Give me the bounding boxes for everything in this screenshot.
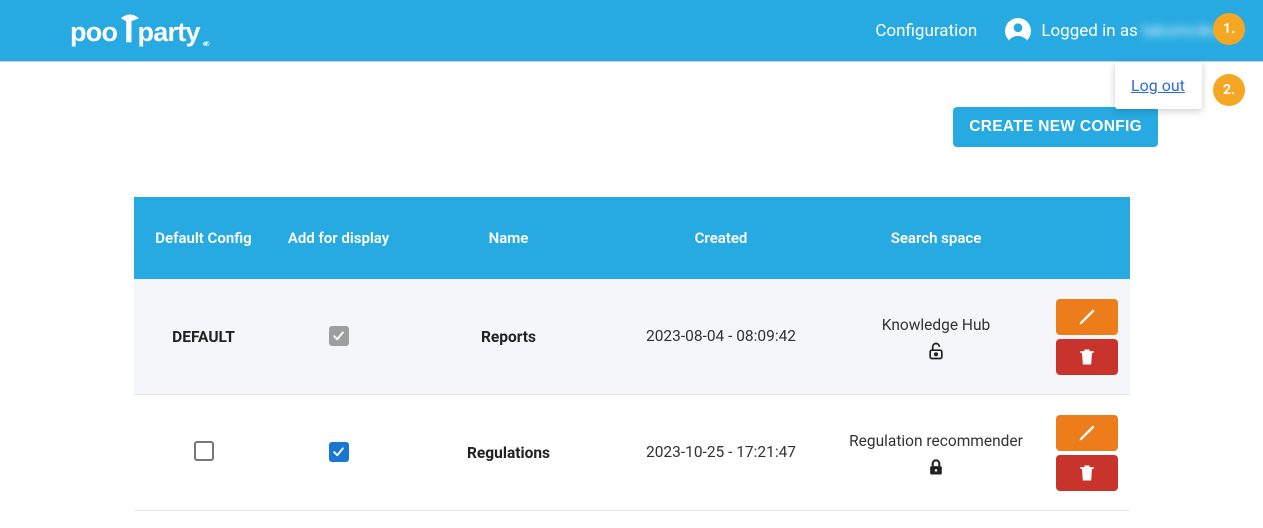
cell-default: [134, 441, 274, 465]
edit-button[interactable]: [1056, 415, 1118, 451]
pencil-icon: [1077, 307, 1097, 327]
cell-actions: [1044, 415, 1130, 491]
add-display-checkbox[interactable]: [329, 442, 349, 462]
pencil-icon: [1077, 423, 1097, 443]
create-new-config-button[interactable]: CREATE NEW CONFIG: [953, 107, 1158, 147]
col-header-search-space: Search space: [829, 228, 1044, 249]
cell-name: Regulations: [404, 444, 614, 462]
cell-add-display: [274, 326, 404, 348]
cell-created: 2023-08-04 - 08:09:42: [614, 325, 829, 348]
col-header-default: Default Config: [134, 228, 274, 249]
toolbar: CREATE NEW CONFIG: [105, 107, 1158, 147]
main-content: CREATE NEW CONFIG Default Config Add for…: [0, 62, 1263, 511]
annotation-badge-1: 1.: [1213, 13, 1245, 45]
svg-text:®: ®: [205, 41, 210, 48]
col-header-name: Name: [404, 228, 614, 249]
cell-created: 2023-10-25 - 17:21:47: [614, 441, 829, 464]
user-icon: [1005, 18, 1031, 44]
header-right: Configuration Logged in as lakomcikovar: [875, 18, 1243, 44]
svg-text:party: party: [138, 16, 201, 46]
table-header: Default Config Add for display Name Crea…: [134, 197, 1130, 279]
cell-add-display: [274, 442, 404, 464]
logout-link[interactable]: Log out: [1131, 76, 1185, 95]
annotation-badge-2: 2.: [1213, 74, 1245, 106]
cell-search-space: Knowledge Hub: [829, 312, 1044, 362]
svg-text:poo: poo: [70, 16, 117, 46]
add-display-checkbox[interactable]: [329, 326, 349, 346]
default-config-checkbox[interactable]: [194, 441, 214, 461]
lock-open-icon: [926, 341, 946, 361]
trash-icon: [1077, 347, 1097, 367]
cell-search-space: Regulation recommender: [829, 428, 1044, 478]
delete-button[interactable]: [1056, 339, 1118, 375]
logo[interactable]: poo party ®: [70, 11, 250, 51]
cell-actions: [1044, 299, 1130, 375]
edit-button[interactable]: [1056, 299, 1118, 335]
table-row: Regulations 2023-10-25 - 17:21:47 Regula…: [134, 395, 1130, 511]
configuration-link[interactable]: Configuration: [875, 21, 977, 41]
cell-name: Reports: [404, 328, 614, 346]
config-table: Default Config Add for display Name Crea…: [134, 197, 1130, 511]
search-space-label: Knowledge Hub: [882, 312, 990, 340]
user-dropdown: Log out: [1115, 62, 1202, 109]
col-header-created: Created: [614, 228, 829, 249]
lock-closed-icon: [926, 457, 946, 477]
trash-icon: [1077, 463, 1097, 483]
col-header-add-display: Add for display: [274, 228, 404, 249]
table-row: DEFAULT Reports 2023-08-04 - 08:09:42 Kn…: [134, 279, 1130, 395]
delete-button[interactable]: [1056, 455, 1118, 491]
user-menu[interactable]: Logged in as lakomcikovar: [1005, 18, 1243, 44]
search-space-label: Regulation recommender: [849, 428, 1023, 456]
cell-default: DEFAULT: [134, 328, 274, 346]
app-header: poo party ® Configuration Logged in as l…: [0, 0, 1263, 62]
